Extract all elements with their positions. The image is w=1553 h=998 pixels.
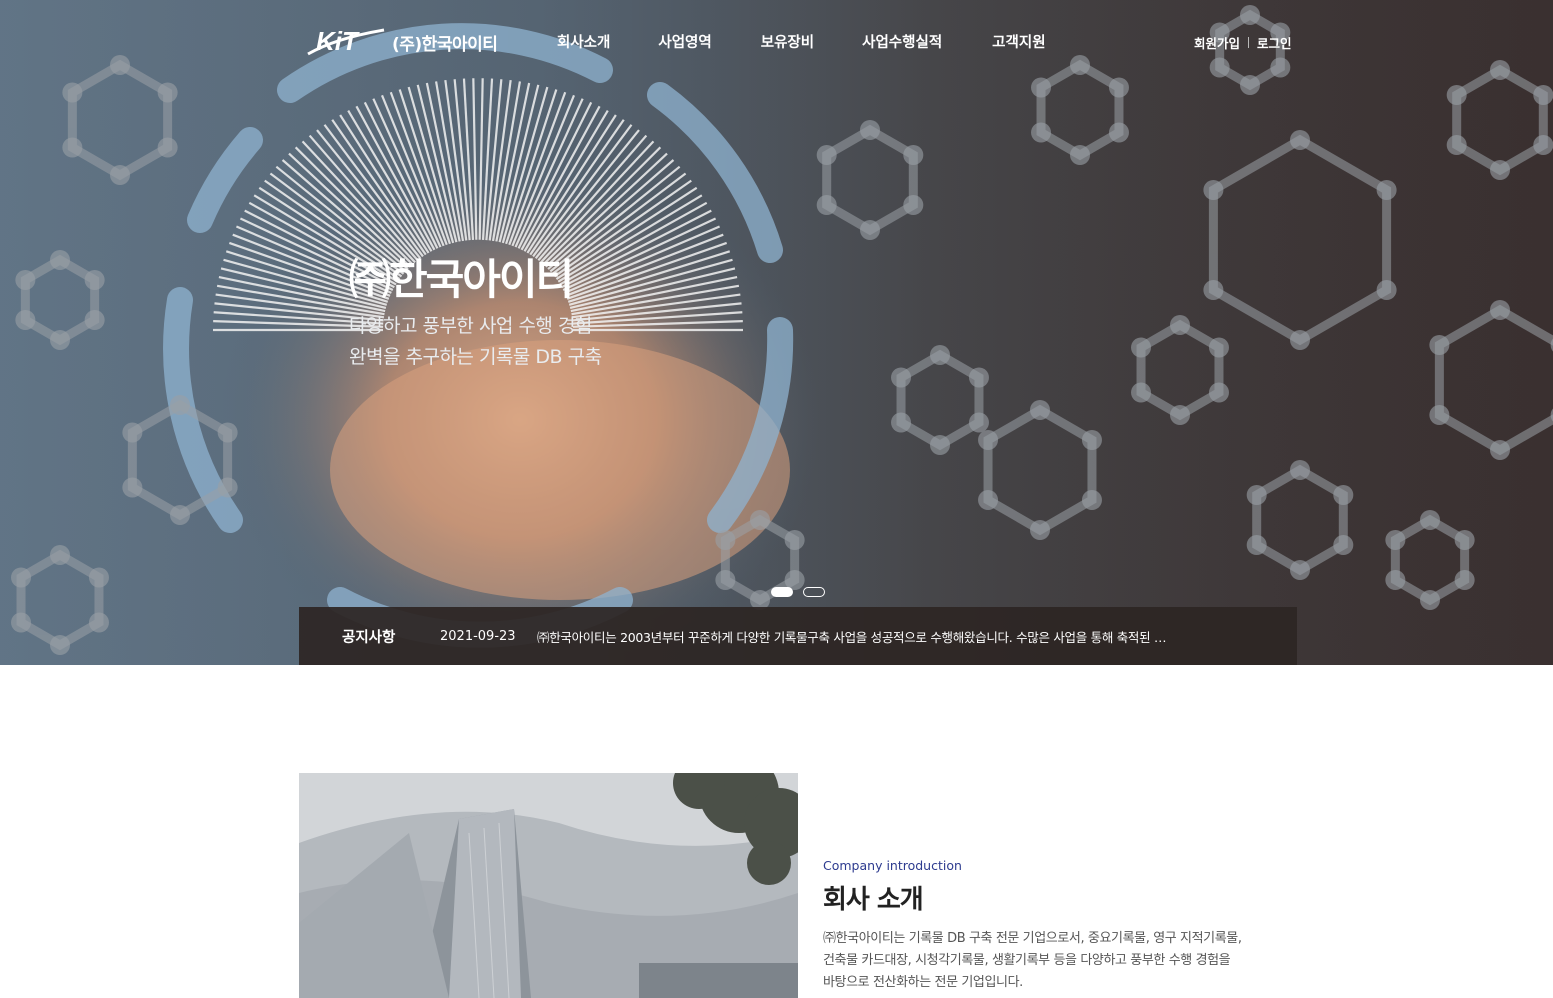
notice-bar: 공지사항 2021-09-23 ㈜한국아이티는 2003년부터 꾸준하게 다양한… <box>299 607 1297 665</box>
login-link[interactable]: 로그인 <box>1257 33 1292 52</box>
nav-business[interactable]: 사업영역 <box>658 31 711 52</box>
notice-label: 공지사항 <box>342 629 396 646</box>
main-nav: 회사소개 사업영역 보유장비 사업수행실적 고객지원 <box>557 31 1046 52</box>
intro-description: ㈜한국아이티는 기록물 DB 구축 전문 기업으로서, 중요기록물, 영구 지적… <box>823 928 1283 994</box>
hero-banner: KiT (주)한국아이티 회사소개 사업영역 보유장비 사업수행실적 고객지원 … <box>0 0 1553 665</box>
logo-company-name: (주)한국아이티 <box>392 34 498 55</box>
hero-subtitle-line: 완벽을 추구하는 기록물 DB 구축 <box>349 346 602 368</box>
hero-title: ㈜한국아이티 <box>349 255 574 304</box>
util-menu: 회원가입 로그인 <box>1194 33 1292 52</box>
nav-performance[interactable]: 사업수행실적 <box>862 31 942 52</box>
svg-text:KiT: KiT <box>316 26 360 56</box>
intro-title: 회사 소개 <box>823 885 924 915</box>
hero-subtitle: 다양하고 풍부한 사업 수행 경험 완벽을 추구하는 기록물 DB 구축 <box>349 311 602 373</box>
nav-equipment[interactable]: 보유장비 <box>761 31 814 52</box>
intro-eyebrow: Company introduction <box>823 858 962 873</box>
building-image <box>299 773 798 998</box>
site-logo[interactable]: KiT (주)한국아이티 <box>306 24 498 60</box>
hero-background-image <box>0 0 1553 665</box>
kit-logo-icon: KiT <box>307 26 385 56</box>
hero-subtitle-line: 다양하고 풍부한 사업 수행 경험 <box>349 315 592 337</box>
signup-link[interactable]: 회원가입 <box>1194 33 1240 52</box>
intro-desc-line: ㈜한국아이티는 기록물 DB 구축 전문 기업으로서, 중요기록물, 영구 지적… <box>823 931 1242 946</box>
notice-headline-link[interactable]: ㈜한국아이티는 2003년부터 꾸준하게 다양한 기록물구축 사업을 성공적으로… <box>537 627 1177 646</box>
util-divider <box>1248 37 1250 48</box>
intro-desc-line: 건축물 카드대장, 시청각기록물, 생활기록부 등을 다양하고 풍부한 수행 경… <box>823 953 1231 968</box>
hero-copy: ㈜한국아이티 다양하고 풍부한 사업 수행 경험 완벽을 추구하는 기록물 DB… <box>349 252 602 373</box>
slider-pagination <box>771 587 825 597</box>
nav-support[interactable]: 고객지원 <box>992 31 1045 52</box>
company-intro: Company introduction 회사 소개 ㈜한국아이티는 기록물 D… <box>823 858 1283 994</box>
slide-dot-2[interactable] <box>803 587 825 597</box>
nav-company[interactable]: 회사소개 <box>557 31 610 52</box>
intro-desc-line: 바탕으로 전산화하는 전문 기업입니다. <box>823 975 1023 990</box>
slide-dot-1[interactable] <box>771 587 793 597</box>
site-header: KiT (주)한국아이티 회사소개 사업영역 보유장비 사업수행실적 고객지원 … <box>0 0 1553 84</box>
company-building-photo <box>299 773 798 998</box>
notice-date: 2021-09-23 <box>440 628 516 644</box>
